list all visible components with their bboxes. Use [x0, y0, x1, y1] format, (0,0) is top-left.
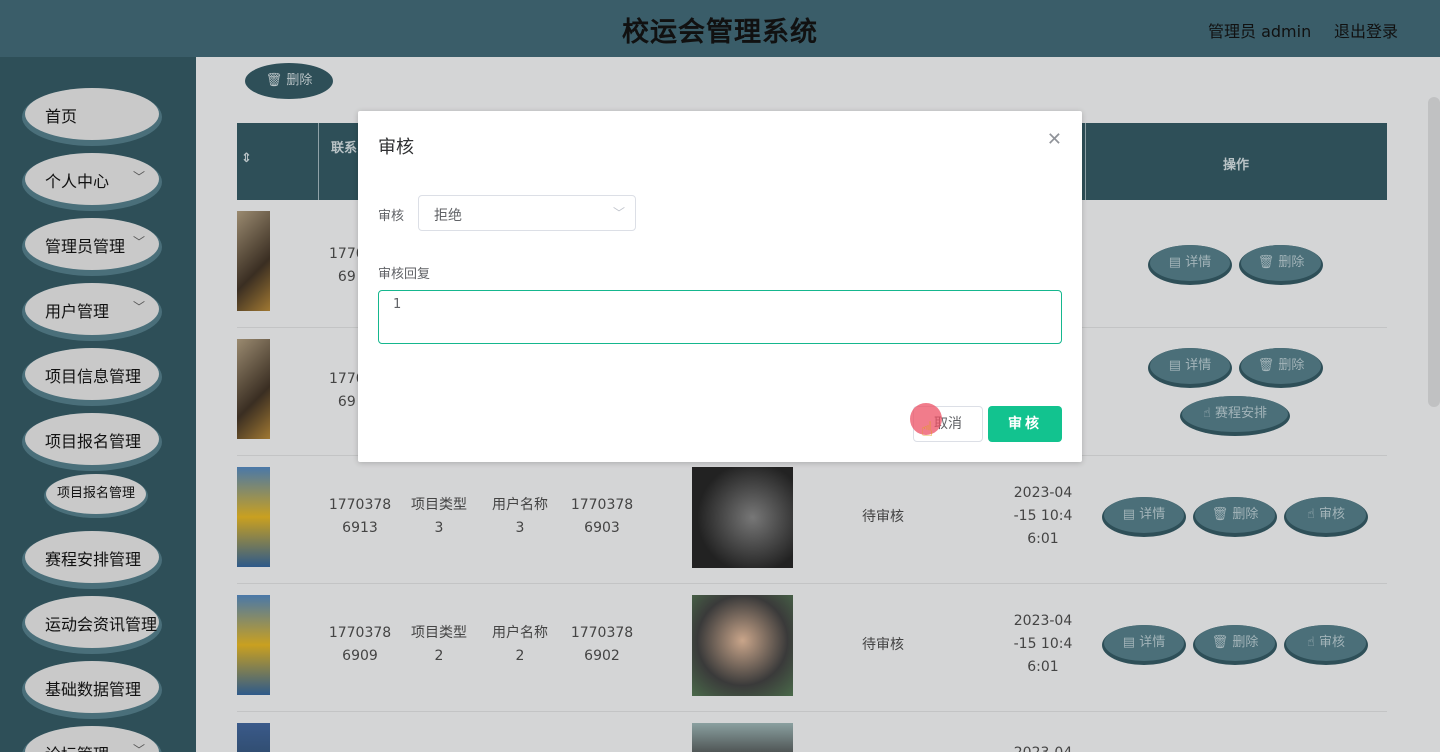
audit-label: 审核	[378, 209, 405, 224]
app-header: 校运会管理系统 管理员 admin 退出登录	[0, 0, 1440, 57]
logout-link[interactable]: 退出登录	[1334, 18, 1398, 42]
confirm-audit-button[interactable]: 审核	[988, 406, 1062, 442]
close-icon[interactable]: ✕	[1047, 129, 1062, 150]
reply-textarea[interactable]: 1	[378, 290, 1062, 344]
chevron-down-icon: ﹀	[612, 206, 625, 220]
hand-pointer-icon: ☝	[921, 417, 934, 441]
audit-dialog: 审核 ✕ 审核 拒绝 ﹀ 审核回复 1 取消 审核 ☝	[358, 111, 1082, 462]
audit-select-value: 拒绝	[434, 208, 462, 224]
dialog-title: 审核	[378, 137, 414, 158]
audit-select[interactable]: 拒绝 ﹀	[418, 195, 636, 231]
reply-label: 审核回复	[378, 267, 431, 282]
current-user[interactable]: 管理员 admin	[1208, 18, 1311, 42]
